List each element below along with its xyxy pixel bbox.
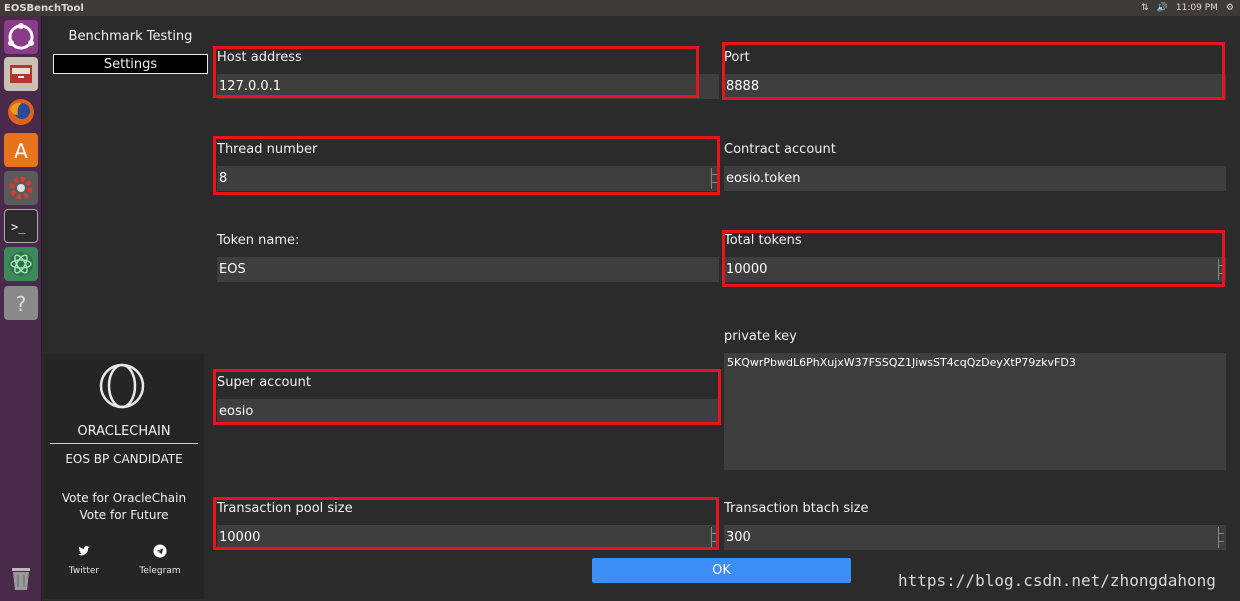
transaction-pool-size-input[interactable] — [217, 525, 719, 550]
network-icon[interactable]: ⇅ — [1141, 3, 1149, 13]
private-key-field: private key — [724, 329, 1226, 349]
thread-number-field: Thread number — [217, 142, 719, 192]
brand-panel: ORACLECHAIN EOS BP CANDIDATE Vote for Or… — [44, 354, 204, 599]
transaction-pool-size-stepper[interactable] — [711, 527, 717, 548]
transaction-pool-size-label: Transaction pool size — [217, 501, 353, 516]
software-center-icon[interactable]: A — [4, 133, 38, 167]
top-system-bar: EOSBenchTool ⇅ 🔊 11:09 PM ⚙ — [0, 0, 1240, 16]
port-field: Port — [724, 50, 1226, 100]
transaction-batch-size-stepper[interactable] — [1218, 527, 1224, 548]
brand-candidate: EOS BP CANDIDATE — [65, 452, 183, 466]
help-icon[interactable]: ? — [4, 286, 38, 320]
super-account-label: Super account — [217, 375, 312, 390]
host-address-input[interactable] — [217, 74, 719, 99]
menu-benchmark-testing[interactable]: Benchmark Testing — [53, 27, 208, 47]
transaction-batch-size-label: Transaction btach size — [724, 501, 869, 516]
port-input[interactable] — [724, 74, 1226, 99]
telegram-icon — [153, 544, 167, 558]
token-name-input[interactable] — [217, 257, 719, 282]
files-icon[interactable] — [4, 57, 38, 91]
host-address-field: Host address — [217, 50, 719, 100]
thread-number-label: Thread number — [217, 142, 318, 157]
terminal-icon[interactable]: >_ — [4, 209, 38, 243]
twitter-label: Twitter — [68, 566, 100, 576]
gear-icon[interactable]: ⚙ — [1226, 3, 1234, 13]
menu-settings[interactable]: Settings — [53, 54, 208, 74]
transaction-batch-size-input[interactable] — [724, 525, 1226, 550]
telegram-label: Telegram — [139, 566, 181, 576]
contract-account-field: Contract account — [724, 142, 1226, 192]
transaction-batch-size-field: Transaction btach size — [724, 501, 1226, 551]
watermark: https://blog.csdn.net/zhongdahong — [898, 571, 1216, 590]
launcher: A >_ ? — [0, 16, 42, 601]
total-tokens-stepper[interactable] — [1218, 259, 1224, 280]
ubuntu-dash-icon[interactable] — [4, 20, 38, 54]
settings-icon[interactable] — [4, 171, 38, 205]
token-name-field: Token name: — [217, 233, 719, 283]
vote-line-1: Vote for OracleChain — [61, 491, 187, 505]
thread-number-stepper[interactable] — [711, 168, 717, 189]
contract-account-label: Contract account — [724, 142, 836, 157]
vote-line-2: Vote for Future — [79, 508, 169, 522]
svg-text:A: A — [14, 139, 28, 163]
port-label: Port — [724, 50, 750, 65]
token-name-label: Token name: — [217, 233, 300, 248]
super-account-input[interactable] — [217, 399, 719, 424]
svg-text:>_: >_ — [11, 220, 26, 234]
contract-account-input[interactable] — [724, 166, 1226, 191]
transaction-pool-size-field: Transaction pool size — [217, 501, 719, 551]
brand-divider — [50, 443, 198, 444]
private-key-textarea[interactable]: 5KQwrPbwdL6PhXujxW37FSSQZ1JiwsST4cqQzDey… — [724, 353, 1226, 470]
app-sidebar: Benchmark Testing Settings ORACLECHAIN E… — [42, 16, 210, 601]
total-tokens-field: Total tokens — [724, 233, 1226, 283]
private-key-label: private key — [724, 329, 797, 344]
firefox-icon[interactable] — [4, 95, 38, 129]
telegram-link[interactable]: Telegram — [130, 544, 190, 576]
svg-text:?: ? — [16, 292, 27, 316]
trash-icon[interactable] — [4, 561, 38, 595]
twitter-icon — [77, 545, 91, 556]
total-tokens-input[interactable] — [724, 257, 1226, 282]
brand-name: ORACLECHAIN — [77, 424, 171, 439]
twitter-link[interactable]: Twitter — [54, 544, 114, 576]
system-tray: ⇅ 🔊 11:09 PM ⚙ — [1141, 3, 1240, 13]
total-tokens-label: Total tokens — [724, 233, 802, 248]
ok-button[interactable]: OK — [592, 558, 851, 583]
clock[interactable]: 11:09 PM — [1176, 3, 1218, 13]
host-address-label: Host address — [217, 50, 302, 65]
volume-icon[interactable]: 🔊 — [1157, 3, 1168, 13]
atom-icon[interactable] — [4, 247, 38, 281]
oraclechain-logo — [99, 363, 145, 409]
thread-number-input[interactable] — [217, 166, 719, 191]
super-account-field: Super account — [217, 375, 719, 425]
app-title: EOSBenchTool — [4, 2, 84, 14]
